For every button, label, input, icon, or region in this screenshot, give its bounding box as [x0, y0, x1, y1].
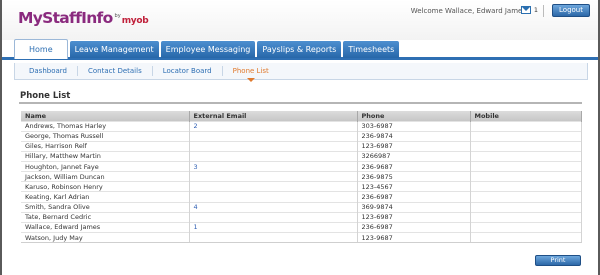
mail-link[interactable]: 1 [520, 6, 538, 14]
cell-mobile [470, 171, 582, 182]
cell-name: Smith, Sandra Olive [21, 201, 190, 213]
phone-list-table: Name External Email Phone Mobile Andrews… [21, 111, 582, 244]
table-row: Giles, Harrison Relf 123-6987 [21, 140, 582, 152]
cell-mobile [470, 181, 582, 192]
welcome-text: Welcome Wallace, Edward James [410, 7, 526, 15]
tab-employee-messaging[interactable]: Employee Messaging [160, 41, 256, 58]
cell-external-email[interactable]: 1 [189, 221, 358, 233]
cell-mobile [470, 232, 582, 244]
cell-external-email[interactable]: 4 [189, 201, 358, 213]
table-row: Houghton, Jannet Faye 3 236-9687 [21, 161, 582, 172]
subnav-contact-details[interactable]: Contact Details [78, 66, 153, 76]
table-row: George, Thomas Russell 236-9874 [21, 130, 582, 142]
cell-name: Andrews, Thomas Harley [21, 120, 190, 132]
cell-phone: 369-9874 [357, 201, 471, 213]
mail-icon[interactable] [520, 6, 531, 14]
table-row: Hillary, Matthew Martin 3266987 [21, 150, 582, 162]
cell-name: Jackson, William Duncan [21, 171, 190, 182]
cell-name: Keating, Karl Adrian [21, 191, 190, 203]
cell-phone: 236-6987 [357, 221, 471, 233]
cell-phone: 123-4567 [357, 181, 471, 192]
cell-mobile [470, 120, 582, 132]
logo-brand: myob [121, 16, 149, 26]
tab-leave-management[interactable]: Leave Management [69, 41, 159, 58]
cell-mobile [470, 140, 582, 152]
cell-external-email [189, 232, 358, 244]
table-row: Jackson, William Duncan 236-9875 [21, 171, 582, 182]
logo-text: MyStaffInfo [18, 9, 113, 27]
cell-phone: 123-6987 [357, 140, 471, 152]
cell-phone: 303-6987 [357, 120, 471, 132]
mail-count: 1 [533, 6, 538, 14]
header-divider [543, 5, 544, 17]
table-row: Keating, Karl Adrian 236-6987 [21, 191, 582, 203]
cell-mobile [470, 161, 582, 172]
cell-external-email [189, 171, 358, 182]
cell-external-email [189, 130, 358, 142]
tab-timesheets[interactable]: Timesheets [343, 41, 400, 58]
table-header-row: Name External Email Phone Mobile [21, 111, 582, 121]
table-row: Smith, Sandra Olive 4 369-9874 [21, 201, 582, 213]
cell-phone: 236-9687 [357, 161, 471, 172]
logout-button[interactable]: Logout [552, 4, 590, 17]
cell-external-email[interactable]: 2 [189, 120, 358, 132]
cell-name: Hillary, Matthew Martin [21, 150, 190, 162]
cell-name: Wallace, Edward James [21, 221, 190, 233]
cell-phone: 236-6987 [357, 191, 471, 203]
tab-home[interactable]: Home [14, 39, 68, 59]
cell-phone: 3266987 [357, 150, 471, 162]
column-header-phone[interactable]: Phone [357, 111, 471, 121]
cell-external-email [189, 191, 358, 203]
logo: MyStaffInfo bymyob [18, 9, 149, 27]
app-window: MyStaffInfo bymyob Welcome Wallace, Edwar… [2, 0, 598, 275]
column-header-external-email[interactable]: External Email [189, 111, 358, 121]
cell-external-email [189, 181, 358, 192]
column-header-name[interactable]: Name [21, 111, 190, 121]
cell-mobile [470, 201, 582, 213]
cell-name: Tate, Bernard Cedric [21, 211, 190, 223]
cell-name: Giles, Harrison Relf [21, 140, 190, 152]
cell-phone: 123-6987 [357, 211, 471, 223]
main-tabs: Home Leave Management Employee Messaging… [2, 39, 598, 60]
column-header-mobile[interactable]: Mobile [470, 111, 582, 121]
cell-phone: 236-9875 [357, 171, 471, 182]
sub-navigation: Dashboard Contact Details Locator Board … [14, 63, 588, 82]
cell-phone: 123-9687 [357, 232, 471, 244]
table-row: Andrews, Thomas Harley 2 303-6987 [21, 120, 582, 132]
cell-mobile [470, 150, 582, 162]
cell-mobile [470, 221, 582, 233]
cell-mobile [470, 211, 582, 223]
cell-external-email [189, 150, 358, 162]
title-divider [19, 102, 582, 104]
tab-payslips-reports[interactable]: Payslips & Reports [257, 41, 342, 58]
cell-name: George, Thomas Russell [21, 130, 190, 142]
table-row: Tate, Bernard Cedric 123-6987 [21, 211, 582, 223]
cell-name: Watson, Judy May [21, 232, 190, 244]
table-row: Watson, Judy May 123-9687 [21, 232, 582, 244]
table-row: Karuso, Robinson Henry 123-4567 [21, 181, 582, 192]
subnav-dashboard[interactable]: Dashboard [21, 66, 78, 76]
logo-by: by [114, 13, 121, 19]
subnav-locator-board[interactable]: Locator Board [153, 66, 223, 76]
cell-name: Houghton, Jannet Faye [21, 161, 190, 172]
cell-external-email [189, 211, 358, 223]
page-title: Phone List [20, 91, 71, 101]
print-button[interactable]: Print [535, 255, 581, 266]
cell-mobile [470, 191, 582, 203]
cell-mobile [470, 130, 582, 142]
cell-phone: 236-9874 [357, 130, 471, 142]
table-row: Wallace, Edward James 1 236-6987 [21, 221, 582, 233]
cell-name: Karuso, Robinson Henry [21, 181, 190, 192]
header: MyStaffInfo bymyob Welcome Wallace, Edwar… [2, 0, 598, 40]
cell-external-email[interactable]: 3 [189, 161, 358, 172]
subnav-phone-list[interactable]: Phone List [223, 66, 279, 82]
cell-external-email [189, 140, 358, 152]
